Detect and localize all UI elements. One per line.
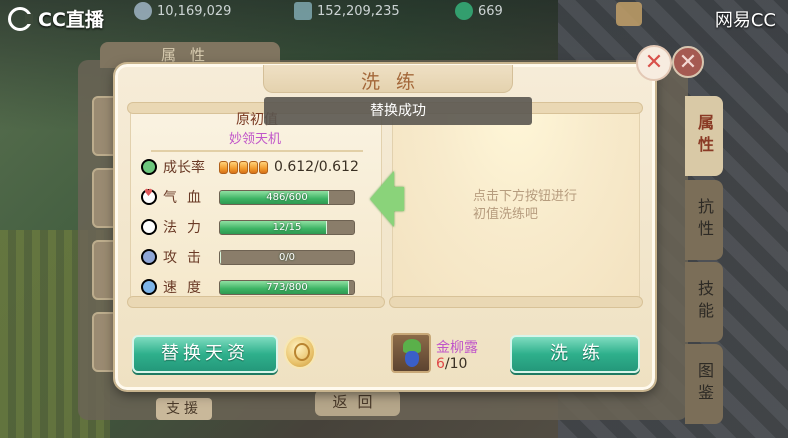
stat-bar-text: 773/800 (266, 281, 308, 293)
stat-bar-text: 12/15 (272, 221, 302, 233)
cc-live-logo: CC直播 (8, 5, 104, 32)
growth-value: 0.612/0.612 (274, 159, 359, 175)
refine-hint: 点击下方按钮进行 初值洗练吧 (393, 188, 639, 224)
mana-icon (141, 219, 157, 235)
silver-icon (134, 2, 152, 20)
jade-counter: 669 (455, 2, 503, 20)
stat-bar: 773/800 (219, 279, 355, 295)
top-resource-bar: CC直播 10,169,029 152,209,235 669 网易CC (0, 0, 788, 31)
divider (151, 150, 363, 152)
item-owned-count: 6 (436, 356, 445, 372)
silver-counter: 10,169,029 (134, 2, 231, 20)
stat-bar-text: 0/0 (278, 251, 296, 263)
item-slot[interactable] (391, 333, 431, 373)
stat-row-mp: 法力 12/15 (141, 216, 373, 238)
cc-logo-icon (8, 6, 33, 31)
bag-icon[interactable] (616, 2, 642, 26)
refine-hint-line: 点击下方按钮进行 (473, 189, 578, 204)
coin-counter: 152,209,235 (294, 2, 400, 20)
return-button[interactable]: 返回 (315, 390, 400, 416)
coin-value: 152,209,235 (317, 3, 400, 19)
stat-label: 攻击 (163, 250, 211, 266)
dialog-title-band: 洗练 (263, 65, 513, 93)
sword-icon (141, 249, 157, 265)
arrow-left-icon (370, 171, 404, 227)
vase-icon (405, 351, 419, 367)
item-name: 金柳露 (436, 340, 478, 356)
growth-pip (219, 160, 228, 174)
growth-row: 成长率 0.612/0.612 (141, 156, 373, 178)
support-button[interactable]: 支援 (156, 398, 212, 420)
stat-row-hp: 气血 486/600 (141, 186, 373, 208)
growth-pip (249, 160, 258, 174)
growth-pip (259, 160, 268, 174)
refine-button[interactable]: 洗练 (510, 335, 640, 373)
netease-cc-watermark: 网易CC (714, 10, 776, 31)
stat-label: 气血 (163, 190, 211, 206)
stat-bar: 12/15 (219, 219, 355, 235)
replace-talent-button[interactable]: 替换天资 (132, 335, 278, 373)
jade-value: 669 (478, 3, 503, 19)
refine-dialog: 洗练 ✕ 原初值 妙领天机 成长率 0.612/0.612 气血 486/600… (115, 45, 672, 390)
coin-stack-icon (294, 2, 312, 20)
stat-bar-text: 486/600 (266, 191, 308, 203)
growth-pip (229, 160, 238, 174)
close-icon[interactable]: ✕ (636, 45, 672, 81)
tab-resistance[interactable]: 抗性 (685, 180, 723, 260)
jade-icon (455, 2, 473, 20)
refined-stats-panel: 点击下方按钮进行 初值洗练吧 (389, 102, 643, 308)
dialog-title: 洗练 (360, 71, 431, 93)
growth-pip (239, 160, 248, 174)
growth-rating-pips (219, 160, 269, 174)
stat-row-attack: 攻击 0/0 (141, 246, 373, 268)
growth-label: 成长率 (163, 160, 205, 176)
refine-hint-line: 初值洗练吧 (473, 207, 539, 222)
tab-atlas[interactable]: 图鉴 (685, 344, 723, 424)
stat-bar: 0/0 (219, 249, 355, 265)
cc-logo-text: CC直播 (38, 9, 104, 31)
stat-label: 法力 (163, 220, 211, 236)
pet-name: 妙领天机 (229, 132, 282, 147)
item-required-count: /10 (444, 356, 468, 372)
replace-success-toast: 替换成功 (264, 97, 532, 125)
original-stats-panel: 原初值 妙领天机 成长率 0.612/0.612 气血 486/600 法力 1… (127, 102, 385, 308)
growth-icon (141, 159, 157, 175)
gold-coin-icon (284, 335, 316, 369)
stat-bar: 486/600 (219, 189, 355, 205)
item-count: 6/10 (436, 356, 467, 372)
tab-attributes[interactable]: 属性 (685, 96, 723, 176)
speed-icon (141, 279, 157, 295)
silver-value: 10,169,029 (157, 3, 232, 19)
tab-skills[interactable]: 技能 (685, 262, 723, 342)
stat-row-speed: 速度 773/800 (141, 276, 373, 298)
background-close-icon[interactable]: ✕ (672, 46, 704, 78)
stat-label: 速度 (163, 280, 211, 296)
heart-icon (141, 188, 157, 205)
